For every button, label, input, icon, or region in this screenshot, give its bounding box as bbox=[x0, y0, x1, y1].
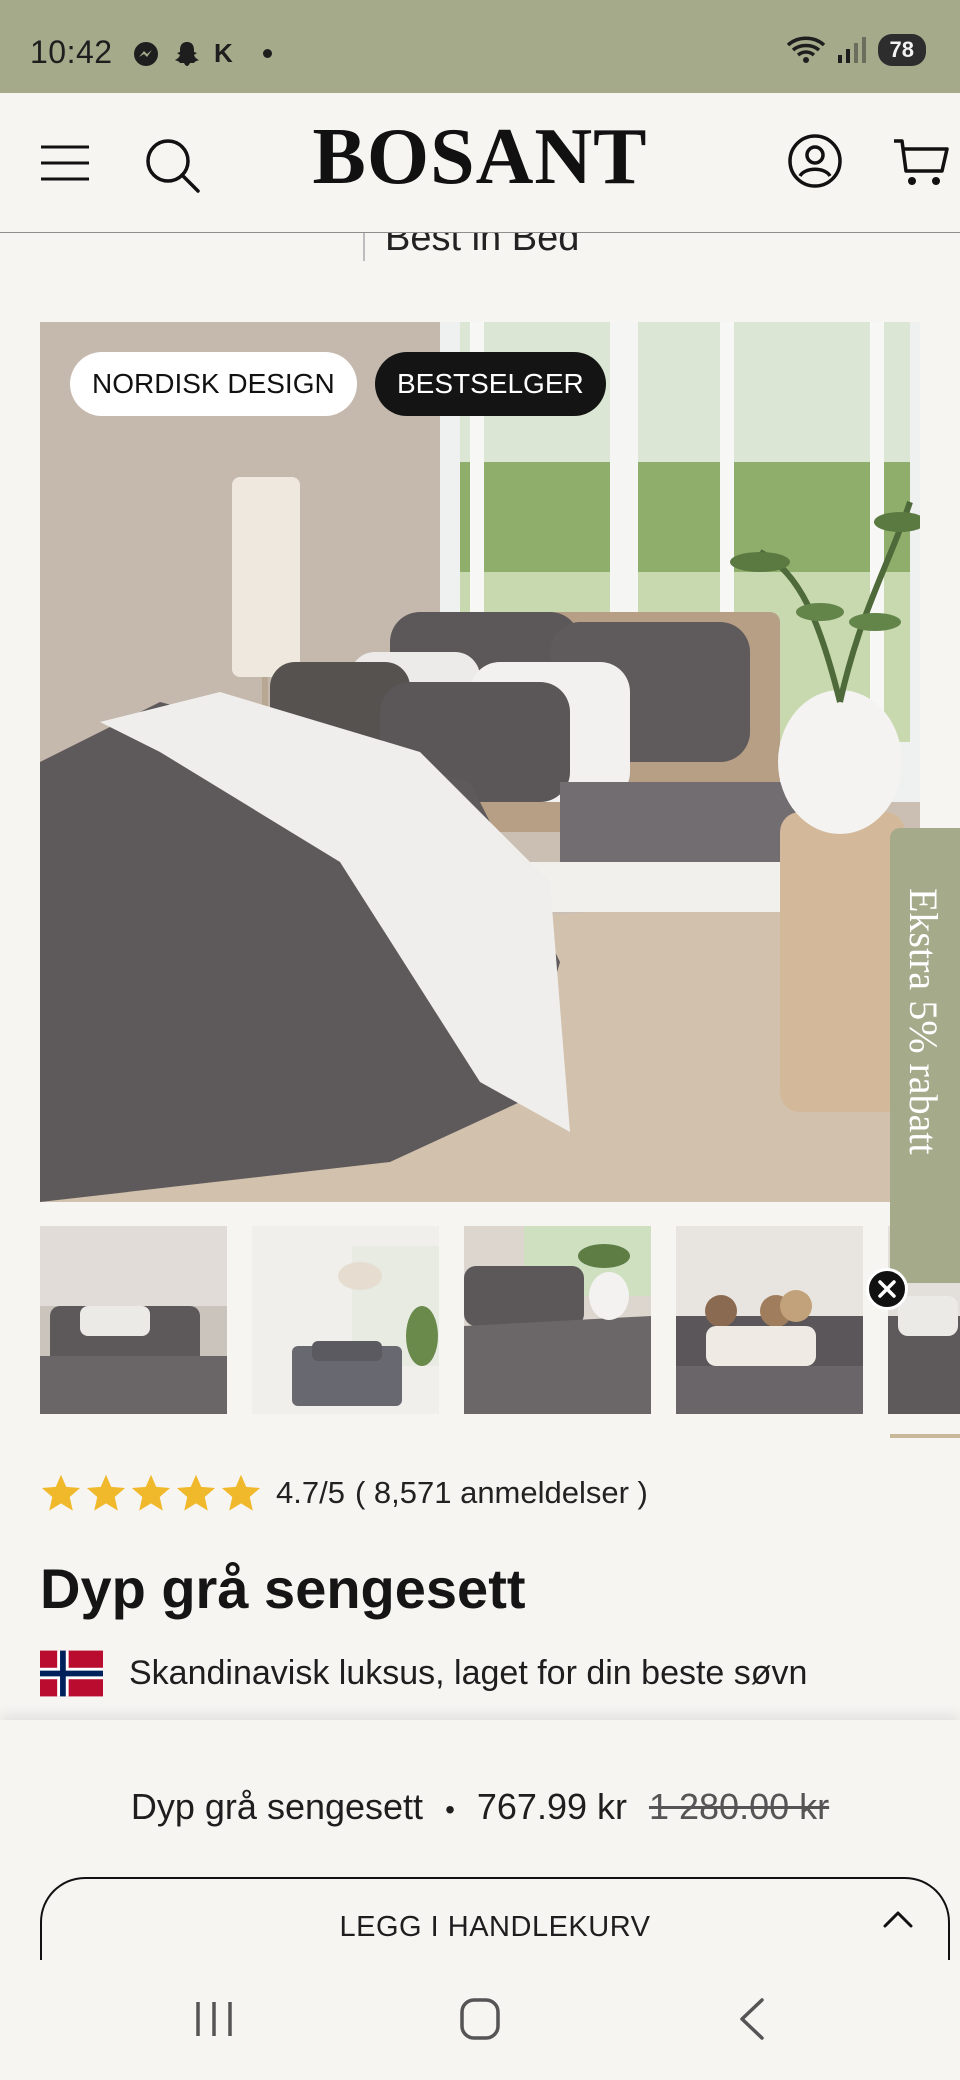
heading-divider bbox=[363, 233, 365, 261]
badge-nordic-design: NORDISK DESIGN bbox=[70, 352, 357, 416]
norway-flag-icon bbox=[40, 1650, 103, 1697]
heading-text: Best in Bed bbox=[385, 233, 580, 259]
sticky-separator: • bbox=[445, 1794, 455, 1825]
status-right: 78 bbox=[786, 34, 926, 66]
promo-tab-label: Ekstra 5% rabatt bbox=[901, 888, 946, 1155]
status-time: 10:42 bbox=[30, 34, 113, 70]
recent-apps-icon[interactable] bbox=[192, 1996, 236, 2042]
star-icon bbox=[131, 1474, 171, 1511]
status-bar: 10:42 K 78 bbox=[0, 0, 960, 93]
product-tagline-row: Skandinavisk luksus, laget for din beste… bbox=[40, 1650, 807, 1697]
badge-bestseller: BESTSELGER bbox=[375, 352, 606, 416]
site-header: BOSANT bbox=[0, 93, 960, 233]
star-icon bbox=[86, 1474, 126, 1511]
sticky-product-name: Dyp grå sengesett bbox=[130, 1786, 424, 1827]
rating-review-count: ( 8,571 anmeldelser ) bbox=[354, 1475, 648, 1510]
bedroom-photo bbox=[40, 322, 920, 1202]
product-title: Dyp grå sengesett bbox=[40, 1557, 526, 1620]
thumbnail-1[interactable] bbox=[40, 1226, 227, 1414]
account-icon[interactable] bbox=[787, 133, 843, 189]
cart-icon[interactable] bbox=[892, 135, 950, 189]
notification-icons: K bbox=[132, 38, 272, 69]
sticky-add-to-cart-bar: Dyp grå sengesett • 767.99 kr 1 280.00 k… bbox=[0, 1720, 960, 1967]
more-notifications-dot bbox=[262, 49, 272, 58]
discount-promo-tab[interactable]: Ekstra 5% rabatt bbox=[890, 828, 960, 1283]
thumbnail-strip[interactable] bbox=[40, 1226, 960, 1414]
wifi-icon bbox=[786, 36, 825, 63]
star-rating bbox=[40, 1473, 262, 1513]
scrolled-heading: Best in Bed bbox=[0, 233, 960, 261]
chevron-up-icon[interactable] bbox=[882, 1909, 914, 1929]
close-icon bbox=[878, 1280, 896, 1298]
sticky-price: 767.99 kr bbox=[476, 1786, 627, 1827]
snapchat-icon bbox=[175, 41, 199, 66]
sticky-summary: Dyp grå sengesett • 767.99 kr 1 280.00 k… bbox=[0, 1786, 960, 1828]
product-tagline: Skandinavisk luksus, laget for din beste… bbox=[129, 1654, 808, 1692]
home-icon[interactable] bbox=[458, 1996, 502, 2042]
carrier-letter: K bbox=[214, 38, 233, 68]
product-main-image[interactable]: NORDISK DESIGN BESTSELGER bbox=[40, 322, 920, 1202]
back-icon[interactable] bbox=[732, 1996, 772, 2042]
sticky-old-price: 1 280.00 kr bbox=[648, 1786, 830, 1827]
promo-close-button[interactable] bbox=[866, 1268, 908, 1310]
thumbnail-2[interactable] bbox=[252, 1226, 439, 1414]
messenger-icon bbox=[134, 41, 158, 66]
star-icon bbox=[41, 1474, 81, 1511]
thumbnail-scroll-indicator bbox=[890, 1434, 960, 1438]
product-rating[interactable]: 4.7/5 ( 8,571 anmeldelser ) bbox=[40, 1472, 648, 1514]
star-icon bbox=[221, 1474, 261, 1511]
add-to-cart-button[interactable]: LEGG I HANDLEKURV bbox=[40, 1877, 950, 1967]
thumbnail-3[interactable] bbox=[464, 1226, 651, 1414]
star-icon bbox=[176, 1474, 216, 1511]
battery-icon: 78 bbox=[877, 34, 926, 66]
signal-icon bbox=[837, 37, 866, 63]
system-nav-bar bbox=[0, 1960, 960, 2080]
thumbnail-4[interactable] bbox=[676, 1226, 863, 1414]
rating-score: 4.7/5 bbox=[276, 1475, 345, 1510]
add-to-cart-label: LEGG I HANDLEKURV bbox=[339, 1911, 651, 1943]
